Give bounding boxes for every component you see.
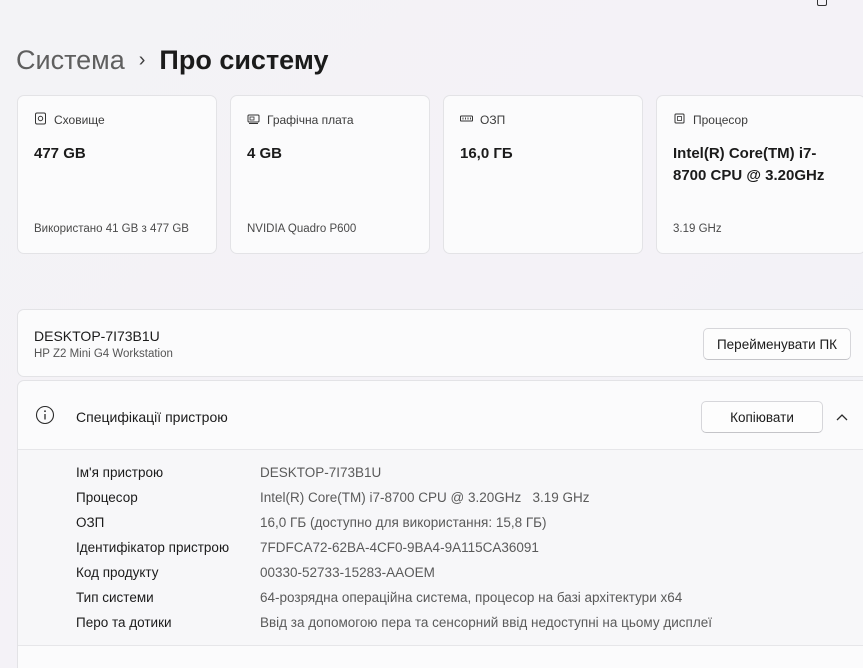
spec-row: Ідентифікатор пристрою 7FDFCA72-62BA-4CF…	[76, 535, 712, 560]
spec-row: Ім'я пристрою DESKTOP-7I73B1U	[76, 460, 712, 485]
processor-card: Процесор Intel(R) Core(TM) i7-8700 CPU @…	[656, 95, 863, 254]
breadcrumb-parent[interactable]: Система	[16, 45, 125, 76]
rename-pc-button[interactable]: Перейменувати ПК	[703, 328, 851, 360]
storage-icon	[34, 112, 47, 128]
ram-card: ОЗП 16,0 ГБ	[443, 95, 643, 254]
spec-row: ОЗП 16,0 ГБ (доступно для використання: …	[76, 510, 712, 535]
spec-label: Процесор	[76, 490, 138, 505]
device-model: HP Z2 Mini G4 Workstation	[34, 348, 173, 360]
spec-value: Intel(R) Core(TM) i7-8700 CPU @ 3.20GHz …	[260, 490, 590, 505]
breadcrumb-separator: ›	[138, 48, 146, 71]
device-name-panel: DESKTOP-7I73B1U HP Z2 Mini G4 Workstatio…	[17, 309, 863, 377]
spec-label: Ім'я пристрою	[76, 465, 164, 480]
spec-row: Тип системи 64-розрядна операційна систе…	[76, 585, 712, 610]
graphics-card-icon	[247, 112, 260, 128]
ram-icon	[460, 112, 473, 128]
card-value: 4 GB	[247, 145, 283, 162]
spec-label: ОЗП	[76, 515, 105, 530]
card-label: Процесор	[693, 113, 748, 127]
spec-value: Ввід за допомогою пера та сенсорний ввід…	[260, 615, 712, 630]
page-title: Про систему	[159, 44, 329, 75]
spec-label: Код продукту	[76, 565, 159, 580]
processor-icon	[673, 112, 686, 128]
card-label: Сховище	[54, 113, 105, 127]
spec-row: Код продукту 00330-52733-15283-AAOEM	[76, 560, 712, 585]
specifications-table: Ім'я пристрою DESKTOP-7I73B1U Процесор I…	[76, 460, 712, 635]
card-label: Графічна плата	[267, 113, 354, 127]
device-specifications-panel: Специфікації пристрою Копіювати Ім'я при…	[17, 380, 863, 668]
spec-row: Перо та дотики Ввід за допомогою пера та…	[76, 610, 712, 635]
device-name: DESKTOP-7I73B1U	[34, 328, 160, 344]
spec-label: Ідентифікатор пристрою	[76, 540, 230, 555]
card-value: Intel(R) Core(TM) i7-8700 CPU @ 3.20GHz	[673, 145, 825, 184]
breadcrumb: Система › Про систему	[16, 40, 328, 80]
chevron-up-icon[interactable]	[835, 409, 849, 427]
card-value: 16,0 ГБ	[460, 145, 513, 162]
specifications-title: Специфікації пристрою	[76, 409, 228, 425]
spec-value: DESKTOP-7I73B1U	[260, 465, 382, 480]
card-subtext: Використано 41 GB з 477 GB	[34, 223, 189, 235]
copy-button[interactable]: Копіювати	[701, 401, 823, 433]
related-links-strip	[18, 645, 863, 668]
card-value: 477 GB	[34, 145, 86, 162]
spec-value: 7FDFCA72-62BA-4CF0-9BA4-9A115CA36091	[260, 540, 539, 555]
storage-card: Сховище 477 GB Використано 41 GB з 477 G…	[17, 95, 217, 254]
card-subtext: 3.19 GHz	[673, 223, 722, 235]
spec-value: 16,0 ГБ (доступно для використання: 15,8…	[260, 515, 547, 530]
specifications-header[interactable]: Специфікації пристрою Копіювати	[18, 381, 863, 450]
spec-value: 64-розрядна операційна система, процесор…	[260, 590, 683, 605]
spec-row: Процесор Intel(R) Core(TM) i7-8700 CPU @…	[76, 485, 712, 510]
card-subtext: NVIDIA Quadro P600	[247, 223, 357, 235]
spec-label: Перо та дотики	[76, 615, 172, 630]
card-label: ОЗП	[480, 113, 506, 127]
window-restore-button[interactable]	[817, 0, 827, 6]
graphics-card: Графічна плата 4 GB NVIDIA Quadro P600	[230, 95, 430, 254]
info-icon	[35, 405, 55, 430]
spec-value: 00330-52733-15283-AAOEM	[260, 565, 435, 580]
spec-label: Тип системи	[76, 590, 154, 605]
summary-cards: Сховище 477 GB Використано 41 GB з 477 G…	[17, 95, 863, 254]
